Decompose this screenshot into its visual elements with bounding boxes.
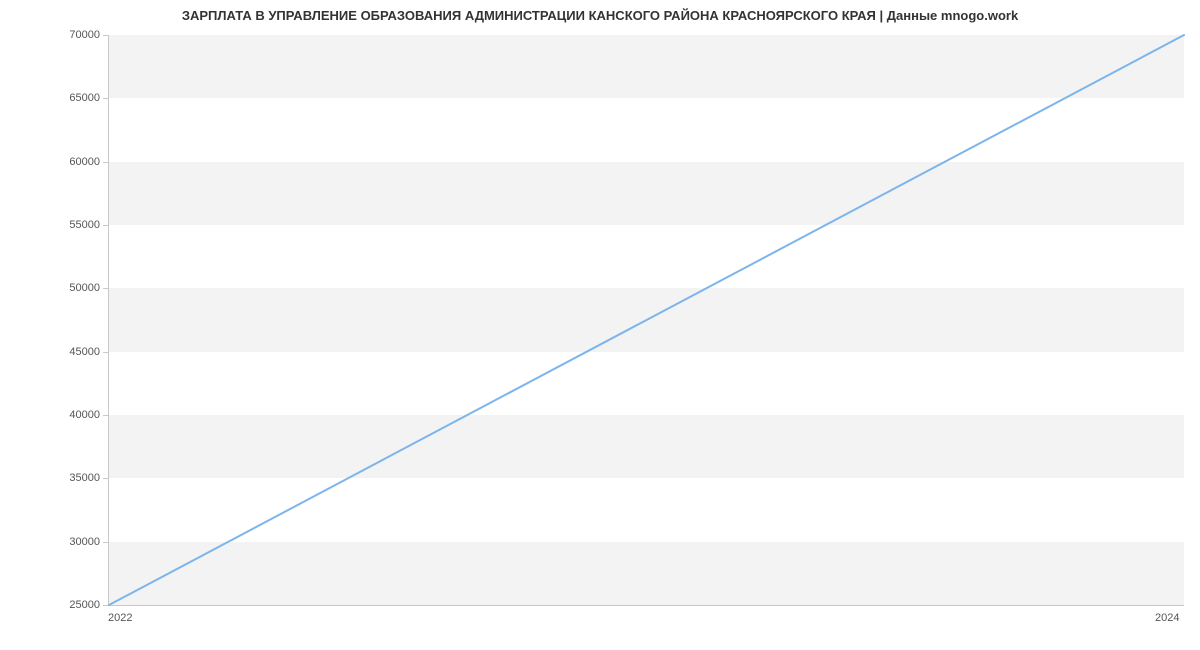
y-tick-label: 60000 [40,156,100,168]
y-tick-label: 65000 [40,92,100,104]
y-tick-label: 35000 [40,472,100,484]
plot-area [108,35,1184,606]
y-tick-label: 55000 [40,219,100,231]
line-series [109,35,1184,605]
y-tick-label: 50000 [40,282,100,294]
y-tick-label: 70000 [40,29,100,41]
chart-container: ЗАРПЛАТА В УПРАВЛЕНИЕ ОБРАЗОВАНИЯ АДМИНИ… [0,0,1200,650]
y-tick-label: 45000 [40,346,100,358]
y-tick-label: 25000 [40,599,100,611]
y-tick-label: 40000 [40,409,100,421]
x-tick-label: 2022 [108,612,132,624]
y-tick-label: 30000 [40,536,100,548]
chart-title: ЗАРПЛАТА В УПРАВЛЕНИЕ ОБРАЗОВАНИЯ АДМИНИ… [0,8,1200,23]
x-tick-label: 2024 [1155,612,1179,624]
